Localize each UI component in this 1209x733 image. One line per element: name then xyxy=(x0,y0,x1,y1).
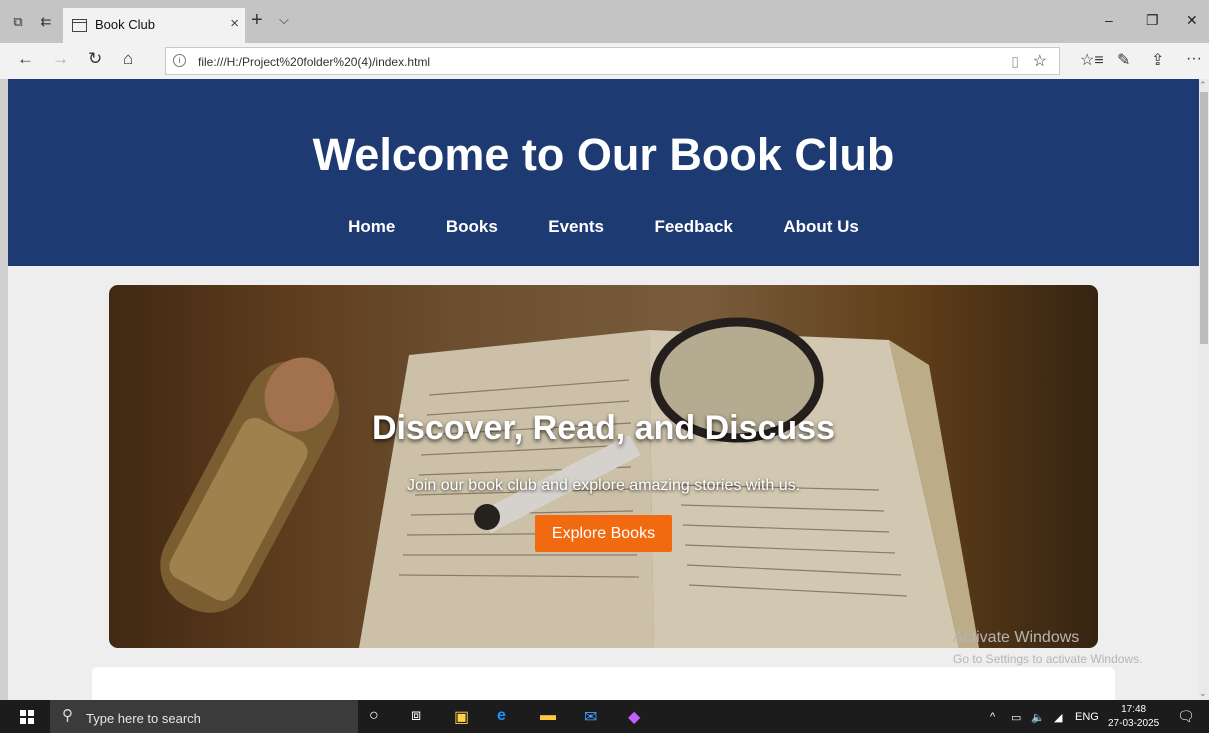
favorites-hub-icon[interactable]: ☆≡ xyxy=(1080,50,1104,70)
notes-pen-icon[interactable]: ✎ xyxy=(1117,50,1130,70)
hero-text: Join our book club and explore amazing s… xyxy=(406,477,801,494)
page-viewport: Welcome to Our Book Club Home Books Even… xyxy=(8,79,1199,700)
taskbar: ⚲ Type here to search ○ ⧈ ▣ e ▬ ✉ ◆ ^ ▭ … xyxy=(0,700,1209,733)
scroll-up-icon[interactable]: ⌃ xyxy=(1199,80,1207,91)
nav-feedback[interactable]: Feedback xyxy=(654,217,732,237)
hero-background-image xyxy=(109,285,1098,648)
hero-heading: Discover, Read, and Discuss xyxy=(372,409,835,447)
paint-3d-icon[interactable]: ◆ xyxy=(628,707,640,727)
minimize-icon[interactable]: – xyxy=(1105,12,1113,28)
task-view-icon[interactable]: ⧈ xyxy=(411,707,421,725)
notifications-icon[interactable]: 🗨 xyxy=(1177,708,1195,725)
address-bar[interactable]: i file:///H:/Project%20folder%20(4)/inde… xyxy=(165,47,1060,75)
activate-windows-subtitle: Go to Settings to activate Windows. xyxy=(953,652,1143,666)
more-icon[interactable]: ··· xyxy=(1186,50,1202,68)
refresh-icon[interactable]: ↻ xyxy=(88,49,102,69)
tab-close-icon[interactable]: × xyxy=(230,15,239,32)
scroll-down-icon[interactable]: ⌄ xyxy=(1199,688,1207,699)
show-hidden-icons-icon[interactable]: ^ xyxy=(990,711,995,723)
taskbar-search-box[interactable]: ⚲ Type here to search xyxy=(50,700,358,733)
site-info-icon[interactable]: i xyxy=(173,54,186,67)
address-toolbar: ← → ↻ ⌂ i file:///H:/Project%20folder%20… xyxy=(0,43,1209,79)
url-text[interactable]: file:///H:/Project%20folder%20(4)/index.… xyxy=(198,55,430,69)
nav-events[interactable]: Events xyxy=(548,217,604,237)
clock-date: 27-03-2025 xyxy=(1108,718,1160,729)
clock-time: 17:48 xyxy=(1121,704,1147,715)
tab-title: Book Club xyxy=(95,17,155,32)
network-icon[interactable]: ◢ xyxy=(1054,711,1062,724)
nav-home[interactable]: Home xyxy=(348,217,395,237)
tabs-aside-icon[interactable]: ⇇ xyxy=(38,14,54,30)
home-icon[interactable]: ⌂ xyxy=(123,49,133,69)
file-explorer-icon[interactable]: ▬ xyxy=(540,707,556,725)
hero-banner: Discover, Read, and Discuss Join our boo… xyxy=(109,285,1098,648)
reading-view-icon[interactable]: ▯ xyxy=(1011,53,1019,70)
volume-icon[interactable]: 🔈 xyxy=(1031,711,1045,724)
store-icon[interactable]: ▣ xyxy=(454,707,469,727)
explore-books-button[interactable]: Explore Books xyxy=(535,515,672,552)
windows-start-icon[interactable] xyxy=(20,710,34,724)
site-header: Welcome to Our Book Club Home Books Even… xyxy=(8,79,1199,266)
new-tab-icon[interactable]: + xyxy=(251,9,263,32)
forward-icon[interactable]: → xyxy=(52,49,69,69)
window-close-icon[interactable]: ✕ xyxy=(1186,12,1198,29)
restore-icon[interactable]: ❐ xyxy=(1146,12,1159,29)
nav-books[interactable]: Books xyxy=(446,217,498,237)
battery-icon[interactable]: ▭ xyxy=(1011,711,1021,724)
tab-dropdown-icon[interactable]: ⌵ xyxy=(279,12,289,28)
tab-preview-icon[interactable]: ⧉ xyxy=(10,14,26,30)
back-icon[interactable]: ← xyxy=(17,49,34,69)
scrollbar-thumb[interactable] xyxy=(1200,92,1208,344)
language-indicator[interactable]: ENG xyxy=(1075,711,1099,723)
search-placeholder: Type here to search xyxy=(86,711,201,726)
page-icon xyxy=(72,19,87,32)
site-nav: Home Books Events Feedback About Us xyxy=(8,217,1199,237)
favorite-star-icon[interactable]: ☆ xyxy=(1033,51,1047,71)
nav-about-us[interactable]: About Us xyxy=(783,217,859,237)
edge-browser-icon[interactable]: e xyxy=(497,707,506,725)
cortana-icon[interactable]: ○ xyxy=(369,707,379,725)
mail-icon[interactable]: ✉ xyxy=(584,707,597,727)
content-card xyxy=(92,667,1115,700)
site-title: Welcome to Our Book Club xyxy=(312,129,895,180)
tab-bar: ⧉ ⇇ Book Club × + ⌵ – ❐ ✕ xyxy=(0,0,1209,43)
search-icon: ⚲ xyxy=(62,707,73,724)
activate-windows-title: Activate Windows xyxy=(953,629,1080,646)
tab-book-club[interactable]: Book Club × xyxy=(63,8,245,43)
share-icon[interactable]: ⇪ xyxy=(1151,50,1164,70)
taskbar-clock[interactable]: 17:48 27-03-2025 xyxy=(1108,703,1159,731)
